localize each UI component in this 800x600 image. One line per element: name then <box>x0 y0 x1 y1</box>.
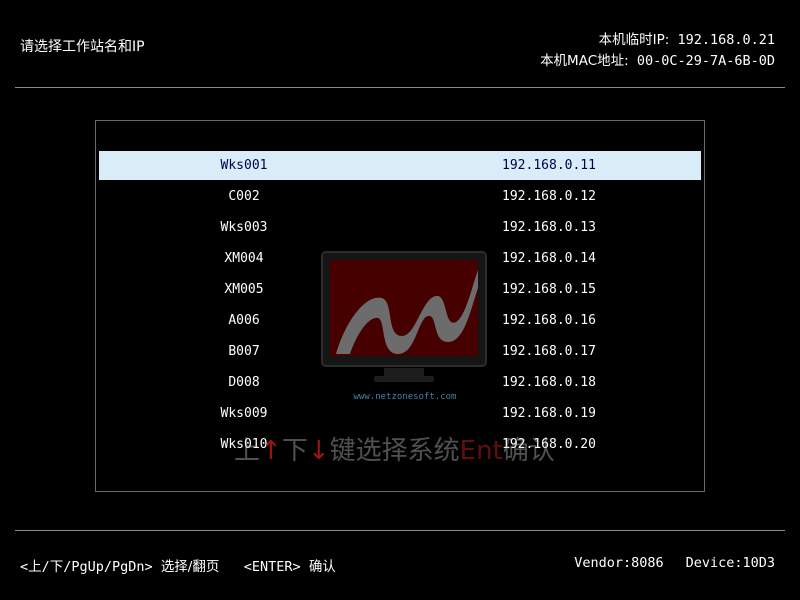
workstation-ip: 192.168.0.12 <box>502 189 596 204</box>
workstation-ip: 192.168.0.19 <box>502 406 596 421</box>
header-divider <box>15 87 785 88</box>
device-id: Device:10D3 <box>685 555 775 571</box>
page-title: 请选择工作站名和IP <box>20 39 145 55</box>
local-ip-line: 本机临时IP: 192.168.0.21 <box>540 30 775 51</box>
hint-end: 确认 <box>502 436 555 466</box>
workstation-row[interactable]: C002 192.168.0.12 <box>99 182 701 211</box>
footer-key-hints: <上/下/PgUp/PgDn> 选择/翻页 <ENTER> 确认 <box>20 555 336 575</box>
netzone-logo-icon <box>321 251 487 382</box>
arrow-down-icon: ↓ <box>307 436 330 466</box>
enter-action-label: 确认 <box>308 559 336 575</box>
hint-down: 下 <box>281 436 308 466</box>
local-mac-label: 本机MAC地址: <box>540 53 629 69</box>
hint-mid: 键选择系统 <box>329 436 460 466</box>
logo-url-text: www.netzonesoft.com <box>353 392 457 402</box>
nav-key-hint: <上/下/PgUp/PgDn> <box>20 559 153 575</box>
workstation-name: Wks003 <box>220 220 268 235</box>
workstation-name: Wks001 <box>220 158 268 173</box>
workstation-row[interactable]: Wks009 192.168.0.19 <box>99 399 701 428</box>
local-mac-line: 本机MAC地址: 00-0C-29-7A-6B-0D <box>540 51 775 72</box>
arrow-up-icon: ↑ <box>260 436 282 466</box>
nav-action-label: 选择/翻页 <box>160 559 220 575</box>
local-network-info: 本机临时IP: 192.168.0.21 本机MAC地址: 00-0C-29-7… <box>540 30 775 72</box>
local-mac-value: 00-0C-29-7A-6B-0D <box>636 53 775 69</box>
workstation-name: Wks009 <box>220 406 268 421</box>
local-ip-value: 192.168.0.21 <box>677 32 775 48</box>
workstation-row-selected[interactable]: Wks001 192.168.0.11 <box>99 151 701 180</box>
local-ip-label: 本机临时IP: <box>598 32 670 48</box>
hint-ent: Ent <box>459 436 503 466</box>
footer-divider <box>15 530 785 531</box>
vendor-id: Vendor:8086 <box>574 555 664 571</box>
hint-up: 上 <box>234 436 261 466</box>
enter-key-hint: <ENTER> <box>243 559 301 575</box>
watermark-hint: 上↑下↓键选择系统Ent确认 <box>234 430 555 467</box>
workstation-ip: 192.168.0.11 <box>502 158 596 173</box>
workstation-row[interactable]: Wks003 192.168.0.13 <box>99 213 701 242</box>
workstation-name: C002 <box>228 189 260 204</box>
workstation-ip: 192.168.0.13 <box>502 220 596 235</box>
hardware-info: Vendor:8086 Device:10D3 <box>574 555 775 571</box>
